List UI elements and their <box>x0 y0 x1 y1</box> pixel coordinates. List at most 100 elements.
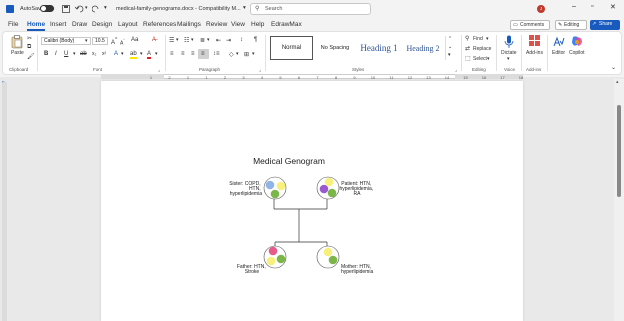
sister-symbol[interactable] <box>263 176 287 200</box>
underline-icon[interactable]: U <box>64 51 68 57</box>
styles-more-icon[interactable]: ▾ <box>448 52 451 58</box>
style-normal[interactable]: Normal <box>270 36 313 60</box>
change-case-icon[interactable]: Aa <box>131 37 138 43</box>
tab-edrawmax[interactable]: EdrawMax <box>271 21 302 28</box>
align-left-icon[interactable]: ≡ <box>170 51 174 57</box>
style-heading-2[interactable]: Heading 2 <box>403 36 443 60</box>
subscript-icon[interactable]: x₂ <box>92 51 96 57</box>
replace-icon[interactable]: ⇄ <box>465 45 470 52</box>
scroll-up-icon[interactable]: ▴ <box>616 79 619 85</box>
undo-icon[interactable] <box>75 5 84 13</box>
styles-scroll[interactable]: ⌃ ⌄ ▾ <box>445 36 453 60</box>
tab-stop-selector-icon[interactable]: ⌐ <box>2 79 5 85</box>
tab-insert[interactable]: Insert <box>50 21 66 28</box>
font-color-icon[interactable]: A <box>147 51 152 59</box>
collapse-ribbon-icon[interactable]: ⌄ <box>611 64 616 71</box>
sort-icon[interactable]: ↕ <box>240 37 243 43</box>
editor-icon[interactable] <box>553 35 565 47</box>
text-effects-icon[interactable]: A <box>114 51 118 57</box>
text-effects-dropdown-icon[interactable]: ▾ <box>121 51 124 57</box>
highlight-icon[interactable]: ab <box>130 51 137 59</box>
father-symbol[interactable] <box>263 245 287 269</box>
align-right-icon[interactable]: ≡ <box>191 51 195 57</box>
grow-font-icon[interactable]: A^ <box>111 37 117 46</box>
increase-indent-icon[interactable]: ⇥ <box>226 37 231 44</box>
select-icon[interactable]: ⬚ <box>465 55 471 62</box>
clear-formatting-icon[interactable]: A̶ <box>152 37 156 43</box>
editing-mode-button[interactable]: ✎ Editing <box>555 20 587 30</box>
undo-dropdown-icon[interactable]: ▾ <box>85 5 88 11</box>
font-size-select[interactable]: 10.5 <box>92 37 108 45</box>
font-name-select[interactable]: Calibri (Body) <box>41 37 91 45</box>
paste-icon[interactable] <box>11 35 23 49</box>
strikethrough-icon[interactable]: ab <box>80 51 87 57</box>
paste-label[interactable]: Paste <box>11 50 24 56</box>
title-dropdown-icon[interactable]: ▾ <box>243 5 246 11</box>
justify-icon[interactable]: ≡ <box>201 51 205 57</box>
search-box[interactable]: ⚲ Search <box>250 3 371 15</box>
tab-draw[interactable]: Draw <box>72 21 87 28</box>
copilot-label[interactable]: Copilot <box>569 50 585 56</box>
underline-dropdown-icon[interactable]: ▾ <box>73 51 76 57</box>
tab-references[interactable]: References <box>143 21 176 28</box>
minimize-button[interactable]: – <box>572 3 576 10</box>
share-button[interactable]: ↗ Share <box>590 20 620 30</box>
find-label[interactable]: Find <box>473 36 483 42</box>
italic-icon[interactable]: I <box>55 51 57 57</box>
mother-symbol[interactable] <box>316 245 340 269</box>
select-dropdown-icon[interactable]: ▾ <box>487 56 490 62</box>
restore-button[interactable]: ▫ <box>591 3 593 10</box>
cut-icon[interactable]: ✂ <box>27 35 32 42</box>
microphone-icon[interactable] <box>504 35 514 49</box>
tab-design[interactable]: Design <box>92 21 112 28</box>
multilevel-list-icon[interactable]: ≣ <box>200 37 205 44</box>
bullets-dropdown-icon[interactable]: ▾ <box>176 37 179 43</box>
style-no-spacing[interactable]: No Spacing <box>315 36 355 60</box>
styles-down-icon[interactable]: ⌄ <box>448 44 452 50</box>
format-painter-icon[interactable]: 🖌 <box>27 53 35 60</box>
patient-symbol[interactable] <box>316 176 340 200</box>
document-page[interactable]: Medical Genogram Sister: COPD, HTN, hype… <box>101 81 523 321</box>
align-center-icon[interactable]: ≡ <box>181 51 185 57</box>
dictate-dropdown-icon[interactable]: ▾ <box>507 56 510 62</box>
find-icon[interactable]: ⚲ <box>465 35 469 42</box>
show-formatting-icon[interactable]: ¶ <box>254 37 257 43</box>
borders-dropdown-icon[interactable]: ▾ <box>252 51 255 57</box>
vertical-scrollbar[interactable]: ▴ <box>614 79 624 321</box>
tab-help[interactable]: Help <box>251 21 264 28</box>
user-avatar[interactable]: J <box>537 5 545 13</box>
scrollbar-thumb[interactable] <box>617 105 621 197</box>
tab-view[interactable]: View <box>231 21 245 28</box>
numbering-dropdown-icon[interactable]: ▾ <box>191 37 194 43</box>
replace-label[interactable]: Replace <box>473 46 491 52</box>
redo-icon[interactable] <box>92 5 100 13</box>
multilevel-dropdown-icon[interactable]: ▾ <box>207 37 210 43</box>
addins-icon[interactable] <box>529 35 541 47</box>
font-name-dropdown-icon[interactable]: ▾ <box>85 38 88 44</box>
decrease-indent-icon[interactable]: ⇤ <box>216 37 221 44</box>
shading-dropdown-icon[interactable]: ▾ <box>236 51 239 57</box>
vertical-ruler[interactable] <box>2 82 7 321</box>
select-label[interactable]: Select <box>473 56 487 62</box>
close-button[interactable]: ✕ <box>610 3 616 11</box>
copy-icon[interactable]: ⧉ <box>27 44 31 51</box>
customize-qat-icon[interactable]: ▾ <box>104 5 107 11</box>
style-heading-1[interactable]: Heading 1 <box>356 36 402 60</box>
find-dropdown-icon[interactable]: ▾ <box>486 36 489 42</box>
save-icon[interactable] <box>62 5 70 13</box>
tab-review[interactable]: Review <box>206 21 227 28</box>
tab-mailings[interactable]: Mailings <box>177 21 201 28</box>
styles-up-icon[interactable]: ⌃ <box>448 36 452 42</box>
font-color-dropdown-icon[interactable]: ▾ <box>155 51 158 57</box>
highlight-dropdown-icon[interactable]: ▾ <box>140 51 143 57</box>
borders-icon[interactable]: ⊞ <box>244 51 249 58</box>
shrink-font-icon[interactable]: Aˇ <box>120 38 125 47</box>
line-spacing-icon[interactable]: ↕≡ <box>213 51 220 57</box>
tab-file[interactable]: File <box>8 21 18 28</box>
superscript-icon[interactable]: x² <box>102 51 106 57</box>
bold-icon[interactable]: B <box>44 51 48 57</box>
tab-home[interactable]: Home <box>27 21 46 31</box>
comments-button[interactable]: ▭ Comments <box>510 20 550 30</box>
copilot-icon[interactable] <box>571 35 583 47</box>
addins-label[interactable]: Add-ins <box>526 50 543 56</box>
